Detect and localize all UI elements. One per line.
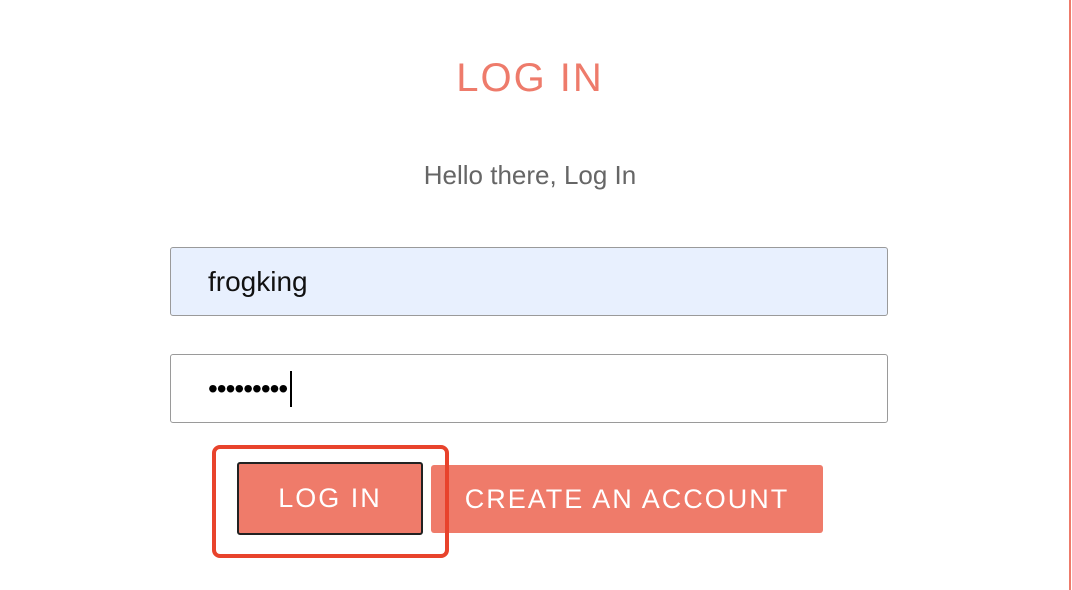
password-field[interactable]: ••••••••• bbox=[170, 354, 888, 423]
page-title: LOG IN bbox=[456, 56, 604, 100]
text-caret bbox=[290, 370, 293, 407]
username-value: frogking bbox=[208, 265, 308, 297]
login-button-label: LOG IN bbox=[278, 483, 382, 513]
username-field[interactable]: frogking bbox=[170, 247, 888, 316]
page-subtitle: Hello there, Log In bbox=[423, 160, 637, 190]
create-account-button[interactable]: CREATE AN ACCOUNT bbox=[431, 465, 823, 533]
password-mask: ••••••••• bbox=[208, 372, 288, 404]
right-border-line bbox=[1069, 0, 1071, 590]
create-account-button-label: CREATE AN ACCOUNT bbox=[464, 483, 790, 514]
login-button[interactable]: LOG IN bbox=[237, 462, 423, 535]
